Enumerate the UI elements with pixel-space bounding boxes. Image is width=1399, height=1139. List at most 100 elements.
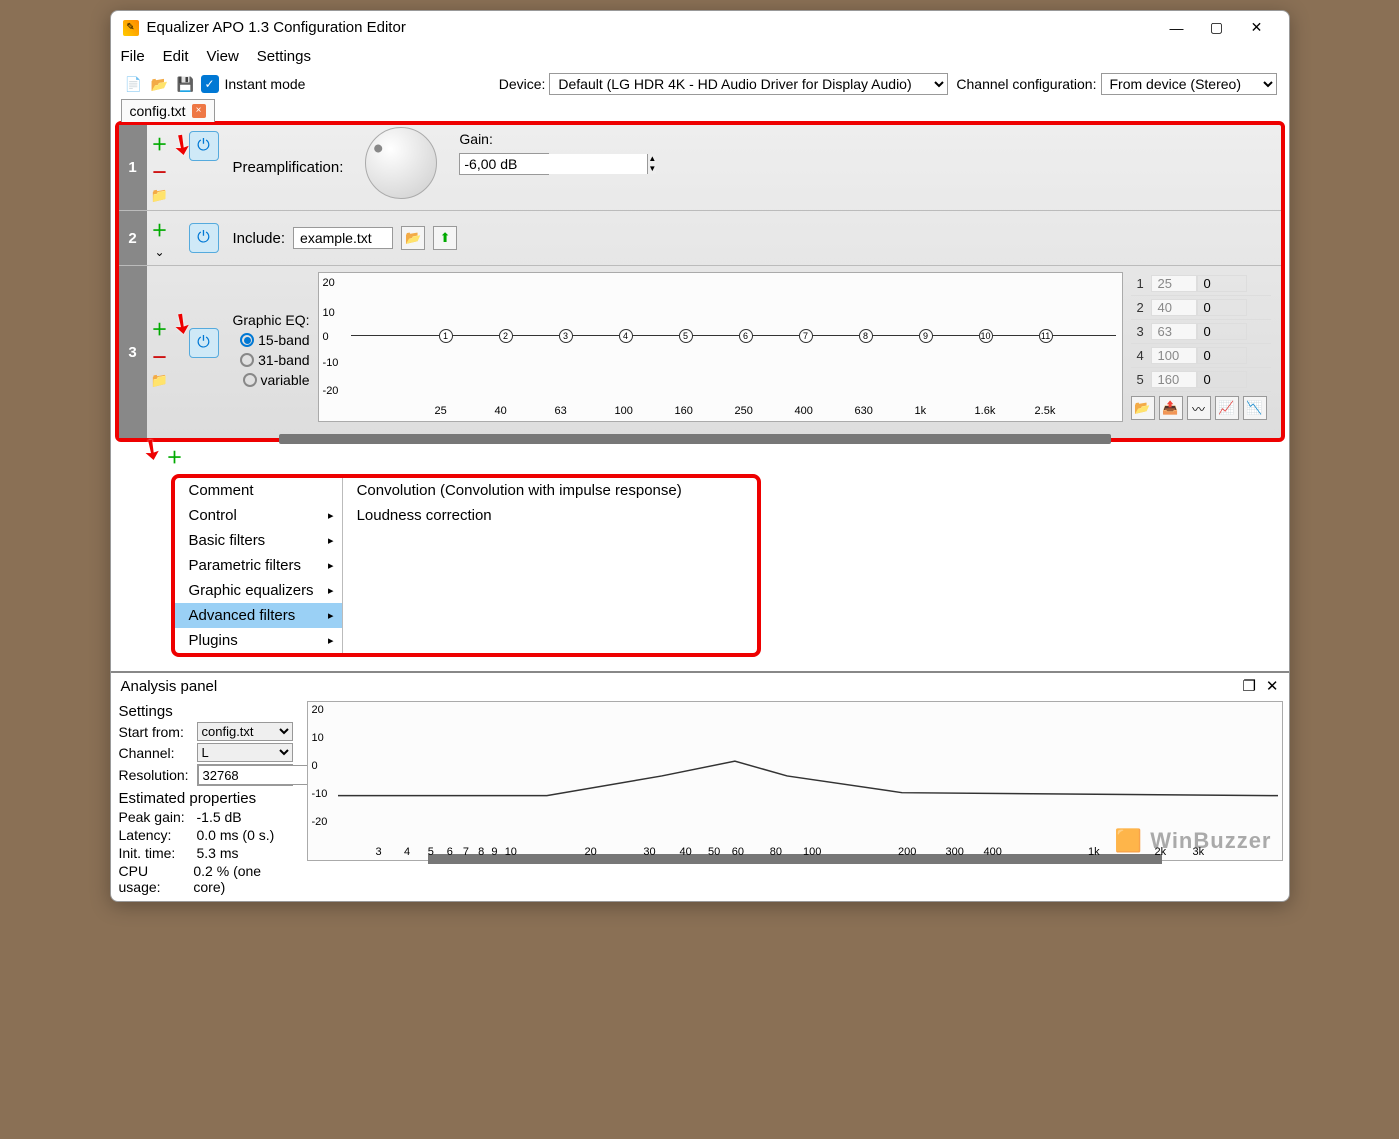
device-select[interactable]: Default (LG HDR 4K - HD Audio Driver for… bbox=[549, 73, 948, 95]
spin-down-icon[interactable]: ▼ bbox=[648, 164, 656, 174]
eq-graph[interactable]: 20100-10-2012345678910112540631001602504… bbox=[318, 272, 1123, 422]
freq-cell[interactable]: 100 bbox=[1151, 347, 1197, 364]
start-from-select[interactable]: config.txt bbox=[197, 722, 293, 741]
menu-item[interactable]: Advanced filters bbox=[175, 603, 342, 628]
x-axis-label: 80 bbox=[770, 846, 782, 858]
minimize-button[interactable]: ― bbox=[1157, 20, 1197, 36]
x-axis-label: 1k bbox=[1088, 846, 1100, 858]
add-icon[interactable]: ＋ bbox=[151, 217, 167, 241]
close-button[interactable]: ✕ bbox=[1237, 19, 1277, 36]
open-file-icon[interactable]: 📂 bbox=[149, 73, 171, 95]
y-axis-label: 20 bbox=[323, 277, 335, 289]
expand-icon[interactable]: ⌄ bbox=[154, 245, 164, 259]
channel-config-select[interactable]: From device (Stereo) bbox=[1101, 73, 1277, 95]
menu-view[interactable]: View bbox=[207, 48, 239, 65]
analysis-graph[interactable]: 🟧 WinBuzzer 20100-10-2034567891020304050… bbox=[307, 701, 1283, 861]
remove-icon[interactable]: － bbox=[151, 344, 167, 368]
radio-31band[interactable] bbox=[240, 353, 254, 367]
include-file-input[interactable] bbox=[293, 227, 393, 249]
init-time-value: 5.3 ms bbox=[197, 845, 239, 861]
table-action-icon[interactable]: 📈 bbox=[1215, 396, 1239, 420]
gain-cell[interactable]: 0 bbox=[1197, 323, 1247, 340]
menu-item[interactable]: Comment bbox=[175, 478, 342, 503]
eq-handle[interactable]: 6 bbox=[739, 329, 753, 343]
latency-label: Latency: bbox=[119, 827, 193, 843]
resolution-input[interactable]: ▲▼ bbox=[197, 764, 293, 786]
x-axis-label: 60 bbox=[732, 846, 744, 858]
eq-options: Graphic EQ: 15-band 31-band variable bbox=[233, 272, 310, 388]
x-axis-label: 200 bbox=[898, 846, 916, 858]
eq-handle[interactable]: 4 bbox=[619, 329, 633, 343]
y-axis-label: 20 bbox=[312, 704, 324, 716]
gain-cell[interactable]: 0 bbox=[1197, 347, 1247, 364]
gain-cell[interactable]: 0 bbox=[1197, 275, 1247, 292]
undock-icon[interactable]: ❐ bbox=[1242, 677, 1255, 695]
analysis-scrollbar[interactable] bbox=[428, 854, 1162, 864]
power-button[interactable]: ⏻ bbox=[189, 131, 219, 161]
tab-config[interactable]: config.txt × bbox=[121, 99, 215, 122]
freq-cell[interactable]: 25 bbox=[1151, 275, 1197, 292]
submenu-item[interactable]: Loudness correction bbox=[343, 503, 710, 528]
maximize-button[interactable]: ▢ bbox=[1197, 19, 1237, 36]
table-action-icon[interactable]: 📉 bbox=[1243, 396, 1267, 420]
menu-item[interactable]: Control bbox=[175, 503, 342, 528]
x-axis-label: 20 bbox=[585, 846, 597, 858]
gain-input[interactable]: ▲▼ bbox=[459, 153, 549, 175]
radio-variable[interactable] bbox=[243, 373, 257, 387]
row-number: 3 bbox=[119, 266, 147, 438]
channel-select[interactable]: L bbox=[197, 743, 293, 762]
table-action-icon[interactable]: 〰 bbox=[1187, 396, 1211, 420]
instant-mode-checkbox[interactable]: ✓ bbox=[201, 75, 219, 93]
folder-icon[interactable]: 📁 bbox=[151, 372, 168, 389]
close-tab-icon[interactable]: × bbox=[192, 104, 206, 118]
gain-value[interactable] bbox=[460, 154, 647, 174]
eq-handle[interactable]: 8 bbox=[859, 329, 873, 343]
freq-cell[interactable]: 40 bbox=[1151, 299, 1197, 316]
power-button[interactable]: ⏻ bbox=[189, 328, 219, 358]
eq-handle[interactable]: 3 bbox=[559, 329, 573, 343]
menu-item[interactable]: Parametric filters bbox=[175, 553, 342, 578]
freq-cell[interactable]: 160 bbox=[1151, 371, 1197, 388]
gain-knob[interactable] bbox=[365, 127, 437, 199]
x-axis-label: 100 bbox=[615, 405, 633, 417]
table-action-icon[interactable]: 📂 bbox=[1131, 396, 1155, 420]
save-file-icon[interactable]: 💾 bbox=[175, 73, 197, 95]
gain-cell[interactable]: 0 bbox=[1197, 299, 1247, 316]
x-axis-label: 40 bbox=[680, 846, 692, 858]
menu-item[interactable]: Graphic equalizers bbox=[175, 578, 342, 603]
menu-edit[interactable]: Edit bbox=[163, 48, 189, 65]
radio-15band[interactable] bbox=[240, 333, 254, 347]
add-icon[interactable]: ＋ bbox=[151, 131, 167, 155]
new-file-icon[interactable]: 📄 bbox=[123, 73, 145, 95]
menu-sub-col: Convolution (Convolution with impulse re… bbox=[342, 478, 710, 653]
gain-cell[interactable]: 0 bbox=[1197, 371, 1247, 388]
y-axis-label: -20 bbox=[312, 816, 328, 828]
eq-handle[interactable]: 2 bbox=[499, 329, 513, 343]
eq-handle[interactable]: 7 bbox=[799, 329, 813, 343]
add-filter-button[interactable]: ＋ bbox=[167, 450, 183, 467]
filter-row-1: 1 ＋ － 📁 ➘ ⏻ Preamplification: Gain: ▲▼ bbox=[119, 125, 1281, 211]
spin-up-icon[interactable]: ▲ bbox=[648, 154, 656, 164]
add-icon[interactable]: ＋ bbox=[151, 316, 167, 340]
eq-handle[interactable]: 1 bbox=[439, 329, 453, 343]
menu-settings[interactable]: Settings bbox=[257, 48, 311, 65]
upload-icon[interactable]: ⬆ bbox=[433, 226, 457, 250]
freq-cell[interactable]: 63 bbox=[1151, 323, 1197, 340]
table-row: 1250 bbox=[1131, 272, 1271, 296]
menu-item[interactable]: Plugins bbox=[175, 628, 342, 653]
eq-handle[interactable]: 10 bbox=[979, 329, 993, 343]
table-action-icon[interactable]: 📤 bbox=[1159, 396, 1183, 420]
remove-icon[interactable]: － bbox=[151, 159, 167, 183]
eq-handle[interactable]: 5 bbox=[679, 329, 693, 343]
menu-file[interactable]: File bbox=[121, 48, 145, 65]
submenu-item[interactable]: Convolution (Convolution with impulse re… bbox=[343, 478, 710, 503]
eq-handle[interactable]: 9 bbox=[919, 329, 933, 343]
x-axis-label: 100 bbox=[803, 846, 821, 858]
eq-handle[interactable]: 11 bbox=[1039, 329, 1053, 343]
window-title: Equalizer APO 1.3 Configuration Editor bbox=[147, 19, 406, 36]
close-panel-icon[interactable]: ✕ bbox=[1266, 677, 1279, 695]
folder-icon[interactable]: 📁 bbox=[151, 187, 168, 204]
menu-item[interactable]: Basic filters bbox=[175, 528, 342, 553]
power-button[interactable]: ⏻ bbox=[189, 223, 219, 253]
open-include-icon[interactable]: 📂 bbox=[401, 226, 425, 250]
